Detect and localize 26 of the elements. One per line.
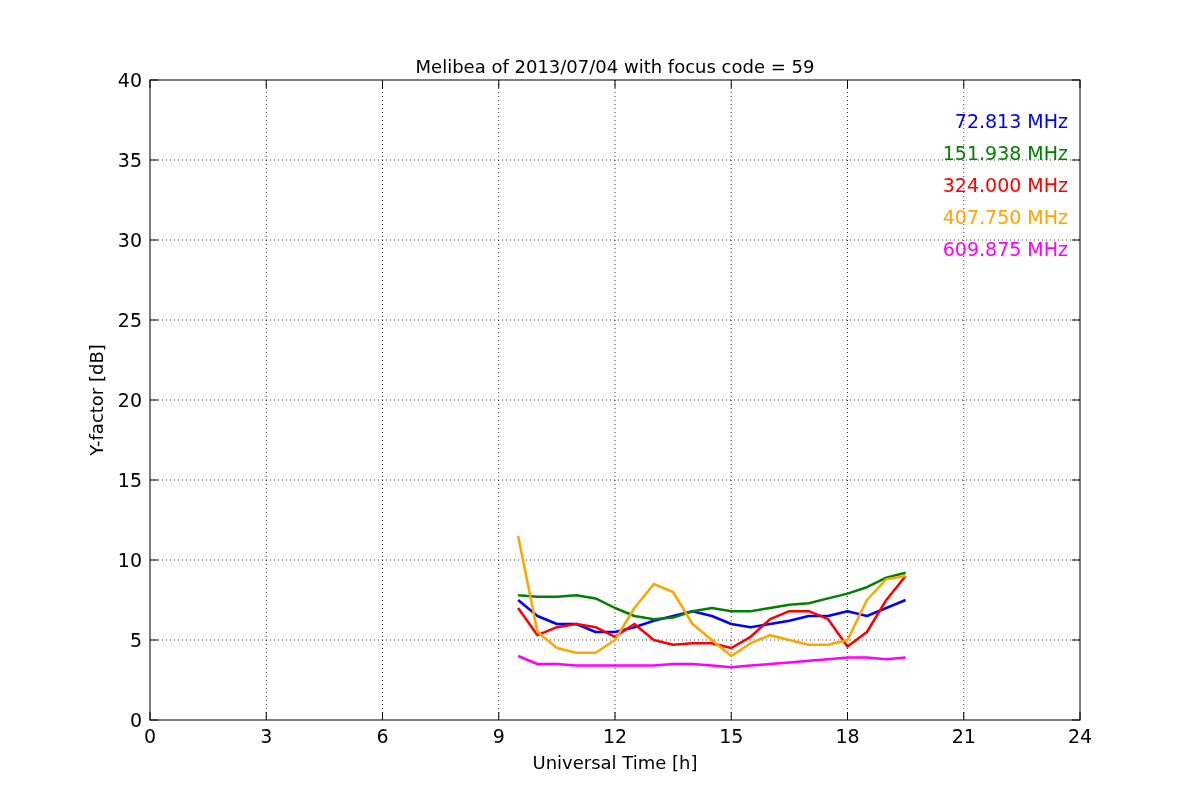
tick-label: 12 (602, 725, 628, 747)
tick-label: 24 (1067, 725, 1093, 747)
tick-label: 6 (376, 725, 389, 747)
tick-label: 20 (117, 389, 142, 411)
y-axis-label: Y-factor [dB] (86, 344, 107, 456)
tick-label: 35 (117, 149, 142, 171)
legend-label: 609.875 MHz (942, 238, 1068, 260)
tick-label: 5 (129, 629, 142, 651)
tick-label: 0 (129, 709, 142, 731)
x-axis-label: Universal Time [h] (532, 752, 698, 773)
tick-label: 30 (117, 229, 142, 251)
chart-title: Melibea of 2013/07/04 with focus code = 59 (415, 56, 815, 77)
tick-label: 25 (117, 309, 142, 331)
legend-label: 407.750 MHz (942, 206, 1068, 228)
legend-label: 151.938 MHz (942, 142, 1068, 164)
tick-label: 10 (117, 549, 142, 571)
legend-label: 72.813 MHz (954, 110, 1068, 132)
tick-label: 15 (719, 725, 744, 747)
tick-label: 18 (835, 725, 860, 747)
tick-label: 21 (951, 725, 976, 747)
legend-label: 324.000 MHz (942, 174, 1068, 196)
tick-label: 15 (117, 469, 142, 491)
tick-label: 3 (260, 725, 273, 747)
tick-label: 40 (117, 69, 142, 91)
tick-label: 9 (492, 725, 505, 747)
tick-label: 0 (143, 725, 157, 747)
